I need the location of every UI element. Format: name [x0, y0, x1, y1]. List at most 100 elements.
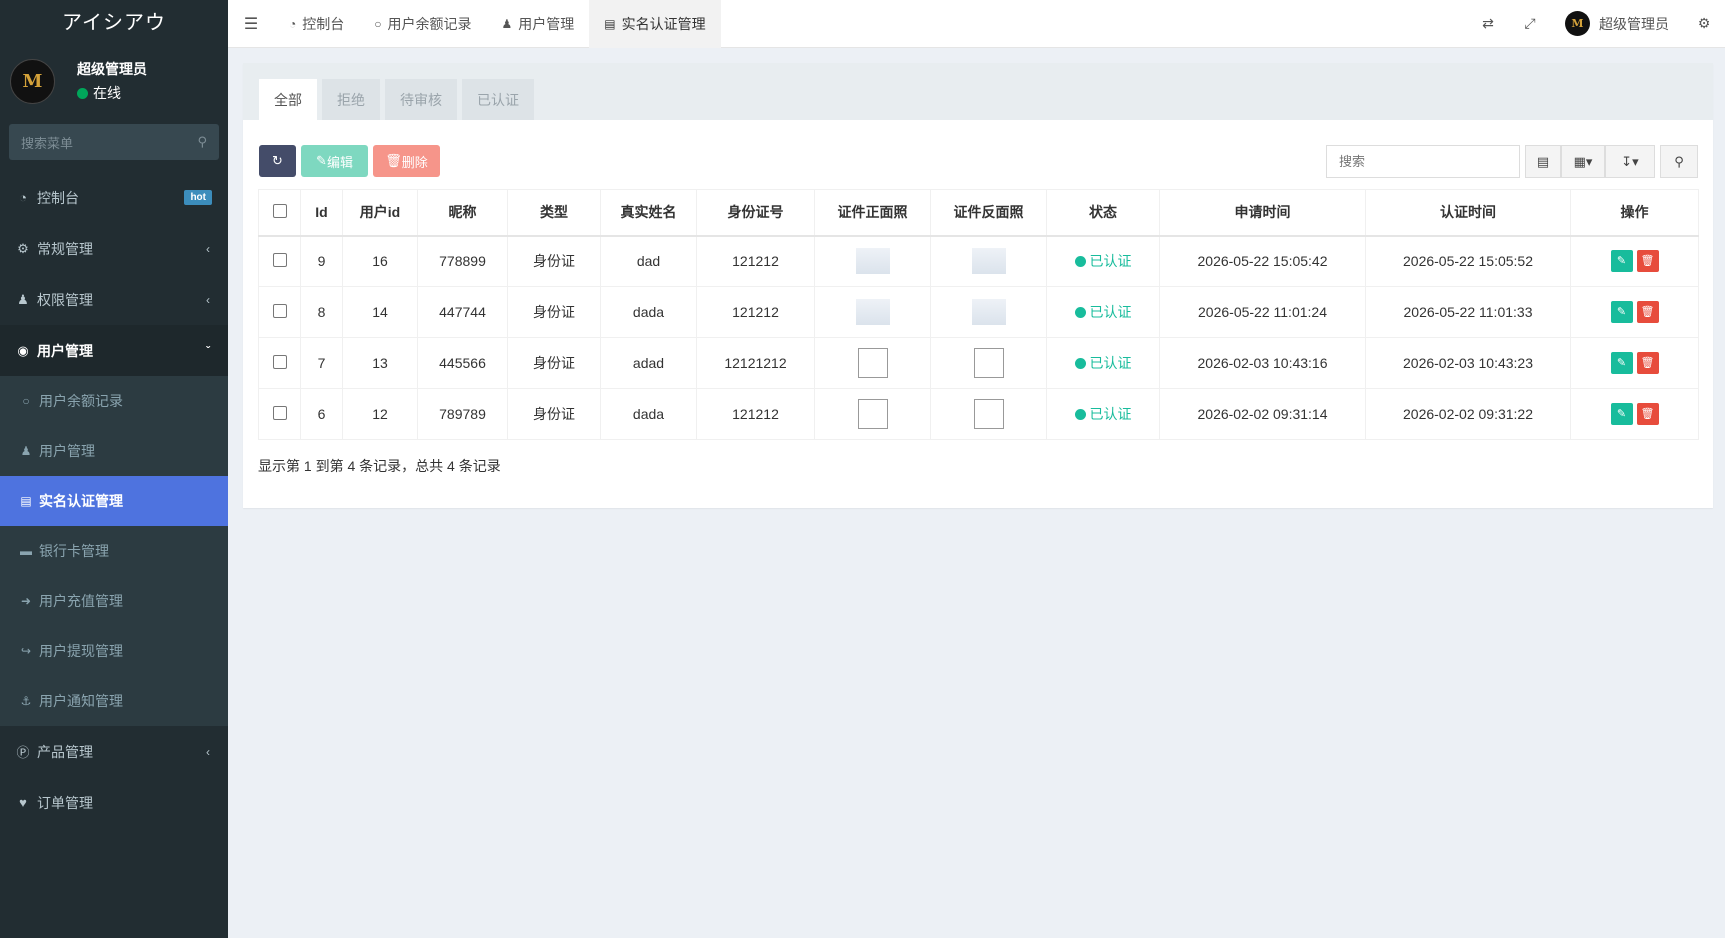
top-navbar: ☰ ◔ 控制台 ○ 用户余额记录 ♟ 用户管理 ▤ 实名认证管理 ⇄ ⤢ M 超级管理员… — [228, 0, 1725, 48]
language-icon[interactable]: ⇄ — [1467, 15, 1509, 32]
sidebar-subitem-bank-cards[interactable]: ▬ 银行卡管理 — [0, 526, 228, 576]
status-dot-icon — [1074, 307, 1086, 318]
th-id-number[interactable]: 身份证号 — [696, 189, 815, 237]
row-checkbox[interactable] — [272, 303, 287, 318]
cell-nickname: 778899 — [417, 235, 508, 287]
pagination-info: 显示第 1 到第 4 条记录，总共 4 条记录 — [258, 458, 501, 474]
columns-button[interactable]: ▦▾ — [1561, 145, 1605, 178]
front-photo-broken-image-icon[interactable] — [857, 348, 888, 378]
cell-nickname: 789789 — [417, 388, 508, 440]
cell-type: 身份证 — [507, 286, 601, 338]
cell-apply-time: 2026-02-02 09:31:14 — [1159, 388, 1366, 440]
front-photo-thumbnail[interactable] — [855, 248, 890, 275]
front-photo-thumbnail[interactable] — [855, 299, 890, 325]
row-edit-button[interactable]: ✎ — [1610, 250, 1633, 273]
sidebar-subitem-recharge[interactable]: ➜ 用户充值管理 — [0, 576, 228, 626]
sidebar-subitem-realname-auth[interactable]: ▤ 实名认证管理 — [0, 476, 228, 526]
tab-dashboard[interactable]: ◔ 控制台 — [274, 0, 359, 48]
fullscreen-icon[interactable]: ⤢ — [1509, 15, 1551, 32]
back-photo-thumbnail[interactable] — [971, 248, 1006, 275]
online-dot-icon — [77, 87, 88, 99]
th-real-name[interactable]: 真实姓名 — [600, 189, 697, 237]
menu-search-input[interactable]: 搜索菜单 ⚲ — [9, 124, 219, 160]
sidebar-item-general[interactable]: ⚙ 常规管理 ‹ — [0, 223, 228, 274]
chevron-left-icon: ‹ — [206, 744, 210, 759]
avatar: M — [10, 58, 55, 104]
cell-user-id: 12 — [342, 388, 418, 440]
th-verify-time[interactable]: 认证时间 — [1365, 189, 1571, 237]
sidebar-item-permissions[interactable]: ♟ 权限管理 ‹ — [0, 274, 228, 325]
delete-button[interactable]: 🗑 删除 — [373, 145, 440, 177]
id-card-icon: ▤ — [604, 16, 616, 31]
filter-tab-all[interactable]: 全部 — [259, 79, 317, 120]
table-search-bar: ▤ ▦▾ ↧▾ ⚲ — [1326, 145, 1698, 178]
heartbeat-icon: ♥ — [19, 795, 27, 810]
sidebar-subitem-withdraw[interactable]: ↪ 用户提现管理 — [0, 626, 228, 676]
sidebar-item-products[interactable]: Ⓟ 产品管理 ‹ — [0, 726, 228, 777]
dashboard-icon: ◔ — [289, 16, 297, 31]
back-photo-broken-image-icon[interactable] — [973, 348, 1004, 378]
th-front-photo[interactable]: 证件正面照 — [814, 189, 931, 237]
chevron-left-icon: ‹ — [206, 241, 210, 256]
row-checkbox[interactable] — [272, 252, 287, 267]
row-edit-button[interactable]: ✎ — [1610, 352, 1633, 374]
row-delete-button[interactable]: 🗑 — [1636, 250, 1659, 273]
th-id[interactable]: Id — [300, 189, 343, 237]
table-header-row: Id 用户id 昵称 类型 真实姓名 身份证号 证件正面照 证件反面照 状态 申… — [258, 189, 1699, 237]
th-back-photo[interactable]: 证件反面照 — [930, 189, 1047, 237]
table-row: 8 14 447744 身份证 dada 121212 已认证 2026-05-… — [258, 286, 1699, 338]
row-checkbox[interactable] — [272, 405, 287, 420]
cell-id: 6 — [300, 388, 343, 440]
app-logo[interactable]: アイシアウ — [0, 0, 228, 48]
filter-tab-rejected[interactable]: 拒绝 — [322, 79, 380, 120]
th-status[interactable]: 状态 — [1046, 189, 1160, 237]
back-photo-broken-image-icon[interactable] — [973, 399, 1004, 429]
row-edit-button[interactable]: ✎ — [1610, 301, 1633, 323]
filter-tab-pending[interactable]: 待审核 — [385, 79, 457, 120]
search-icon: ⚲ — [1674, 153, 1684, 169]
select-all-cell — [258, 189, 301, 237]
toggle-view-button[interactable]: ▤ — [1525, 145, 1561, 178]
sign-out-icon: ↪ — [20, 644, 32, 658]
row-delete-button[interactable]: 🗑 — [1636, 352, 1659, 374]
th-user-id[interactable]: 用户id — [342, 189, 418, 237]
row-checkbox[interactable] — [272, 354, 287, 369]
th-apply-time[interactable]: 申请时间 — [1159, 189, 1366, 237]
tab-realname-auth[interactable]: ▤ 实名认证管理 — [589, 0, 721, 48]
pencil-icon: ✎ — [316, 153, 327, 168]
front-photo-broken-image-icon[interactable] — [857, 399, 888, 429]
th-type[interactable]: 类型 — [507, 189, 601, 237]
search-icon[interactable]: ⚲ — [197, 134, 207, 150]
sidebar-item-users[interactable]: ◉ 用户管理 ˇ — [0, 325, 228, 376]
refresh-button[interactable]: ↻ — [259, 145, 296, 177]
hot-badge: hot — [184, 190, 212, 205]
edit-button[interactable]: ✎ 编辑 — [301, 145, 368, 177]
sidebar-subitem-notifications[interactable]: ⚓ 用户通知管理 — [0, 676, 228, 726]
sidebar-item-dashboard[interactable]: ◔ 控制台 hot — [0, 172, 228, 223]
cell-id-number: 121212 — [696, 286, 815, 338]
filter-tab-verified[interactable]: 已认证 — [462, 79, 534, 120]
sidebar-subitem-balance-records[interactable]: ○ 用户余额记录 — [0, 376, 228, 426]
back-photo-thumbnail[interactable] — [971, 299, 1006, 325]
search-button[interactable]: ⚲ — [1660, 145, 1698, 178]
row-delete-button[interactable]: 🗑 — [1636, 403, 1659, 425]
cell-type: 身份证 — [507, 388, 601, 440]
tab-balance-records[interactable]: ○ 用户余额记录 — [359, 0, 486, 48]
table-row: 6 12 789789 身份证 dada 121212 已认证 2026-02-… — [258, 388, 1699, 440]
tab-user-management[interactable]: ♟ 用户管理 — [487, 0, 590, 48]
sidebar-item-orders[interactable]: ♥ 订单管理 — [0, 777, 228, 828]
status-badge: 已认证 — [1046, 235, 1160, 287]
export-button[interactable]: ↧▾ — [1605, 145, 1655, 178]
status-dot-icon — [1074, 409, 1086, 420]
cell-real-name: dada — [600, 388, 697, 440]
top-user-menu[interactable]: M 超级管理员 — [1551, 11, 1683, 36]
row-delete-button[interactable]: 🗑 — [1636, 301, 1659, 323]
th-nickname[interactable]: 昵称 — [417, 189, 508, 237]
select-all-checkbox[interactable] — [272, 203, 287, 218]
cell-type: 身份证 — [507, 337, 601, 389]
sidebar-toggle-icon[interactable]: ☰ — [228, 14, 274, 34]
settings-cogs-icon[interactable]: ⚙ — [1683, 15, 1725, 32]
table-search-input[interactable] — [1326, 145, 1520, 178]
sidebar-subitem-user-management[interactable]: ♟ 用户管理 — [0, 426, 228, 476]
row-edit-button[interactable]: ✎ — [1610, 403, 1633, 425]
